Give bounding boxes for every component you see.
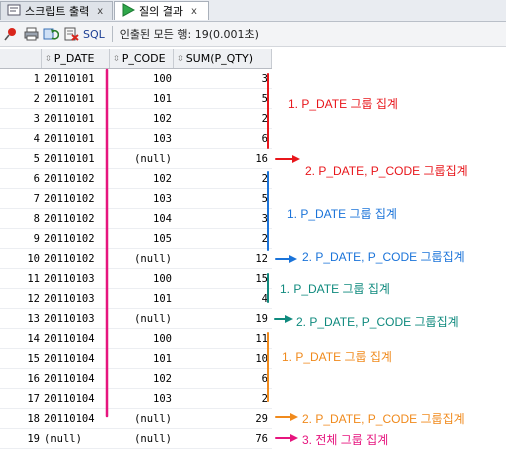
annotation-label: 2. P_DATE, P_CODE 그룹집계 — [296, 315, 459, 329]
annotation-label: 2. P_DATE, P_CODE 그룹집계 — [302, 412, 465, 426]
annotation-overlay — [105, 68, 300, 442]
arrow-head — [289, 255, 297, 263]
annotation-label: 1. P_DATE 그룹 집계 — [282, 350, 392, 364]
annotation-label: 3. 전체 그룹 집계 — [302, 433, 389, 447]
annotation-label: 1. P_DATE 그룹 집계 — [288, 97, 398, 111]
arrow-head — [290, 413, 298, 421]
arrow-head — [292, 155, 300, 163]
annotation-label: 2. P_DATE, P_CODE 그룹집계 — [302, 250, 465, 264]
annotation-label: 1. P_DATE 그룹 집계 — [280, 282, 390, 296]
arrow-head — [290, 434, 298, 442]
arrow-head — [285, 315, 293, 323]
annotation-label: 2. P_DATE, P_CODE 그룹집계 — [305, 164, 468, 178]
annotation-label: 1. P_DATE 그룹 집계 — [287, 207, 397, 221]
